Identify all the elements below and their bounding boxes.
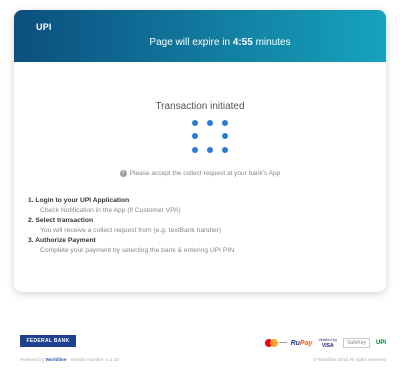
hint-text: Please accept the collect request at you… — [129, 170, 281, 178]
spinner-dot — [192, 147, 198, 153]
collect-request-hint: i Please accept the collect request at yo… — [14, 170, 386, 177]
spinner-dot — [207, 120, 213, 126]
verified-by-visa-logo: Verified by VISA — [318, 337, 338, 349]
spinner-dot — [222, 120, 228, 126]
mastercard-icon — [263, 338, 287, 348]
safekey-logo: SafeKey — [343, 338, 370, 348]
worldline-link[interactable]: Worldline — [46, 357, 67, 362]
payment-logos: RuPay Verified by VISA SafeKey UPI — [263, 335, 386, 351]
payment-card: UPI Page will expire in 4:55 minutes Tra… — [14, 10, 386, 292]
instruction-step: 3. Authorize Payment Complete your payme… — [28, 236, 376, 256]
expiry-suffix: minutes — [252, 37, 291, 48]
spinner-dot — [222, 147, 228, 153]
transaction-status-title: Transaction initiated — [155, 101, 245, 112]
expiry-prefix: Page will expire in — [149, 37, 233, 48]
spinner-dot — [222, 133, 228, 139]
upi-tab-label: UPI — [36, 22, 52, 32]
step-title: 3. Authorize Payment — [28, 237, 96, 244]
rupay-logo: RuPay — [290, 339, 313, 347]
step-description: Check Notification in the App (if Custom… — [40, 207, 181, 214]
instruction-step: 1. Login to your UPI Application Check N… — [28, 196, 376, 216]
powered-by-text: Powered by Worldline · Version Number: 4… — [20, 357, 119, 362]
step-description: Complete your payment by selecting the b… — [40, 247, 235, 254]
copyright-text: © Worldline 2015 All rights reserved — [312, 357, 386, 362]
loading-spinner-icon — [192, 120, 228, 156]
instructions-list: 1. Login to your UPI Application Check N… — [28, 196, 376, 256]
step-title: 1. Login to your UPI Application — [28, 197, 130, 204]
expiry-message: Page will expire in 4:55 minutes — [14, 37, 386, 48]
spinner-dot — [207, 147, 213, 153]
spinner-dot — [192, 120, 198, 126]
step-description: You will receive a collect request from … — [40, 227, 222, 234]
page-footer: FEDERAL BANK RuPay Verified by VISA Safe… — [20, 335, 386, 371]
step-title: 2. Select transaction — [28, 217, 94, 224]
info-icon: i — [119, 170, 127, 177]
spinner-dot — [192, 133, 198, 139]
instruction-step: 2. Select transaction You will receive a… — [28, 216, 376, 236]
bhim-upi-logo: UPI — [375, 340, 386, 346]
expiry-countdown: 4:55 — [232, 37, 253, 48]
version-text: · Version Number: 4.1.10 — [67, 357, 119, 362]
bank-logo: FEDERAL BANK — [20, 335, 76, 347]
card-header: UPI Page will expire in 4:55 minutes — [14, 10, 386, 62]
